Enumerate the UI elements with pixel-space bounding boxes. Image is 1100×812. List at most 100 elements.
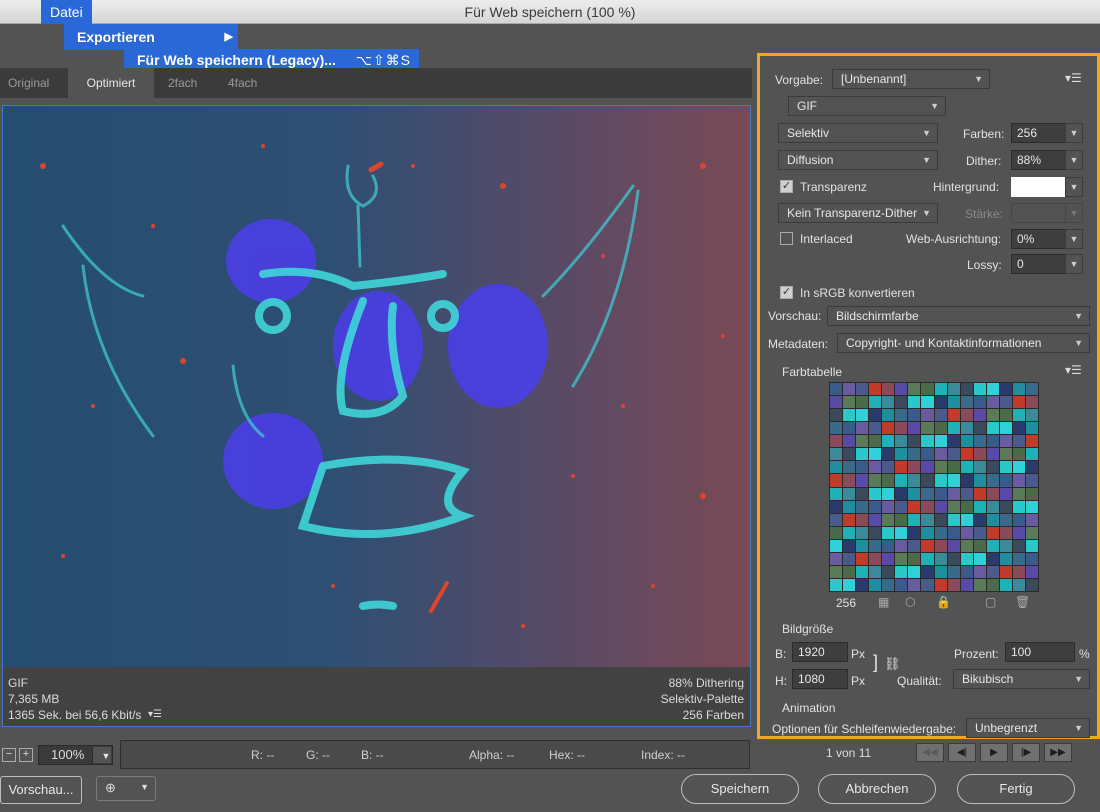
color-swatch[interactable] [908, 409, 921, 422]
color-swatch[interactable] [869, 474, 882, 487]
color-swatch[interactable] [999, 409, 1012, 422]
color-swatch[interactable] [908, 526, 921, 539]
color-swatch[interactable] [1012, 422, 1025, 435]
color-swatch[interactable] [947, 513, 960, 526]
color-swatch[interactable] [1025, 435, 1038, 448]
color-swatch[interactable] [895, 513, 908, 526]
srgb-checkbox[interactable]: ✓ [780, 286, 793, 299]
color-swatch[interactable] [869, 448, 882, 461]
color-swatch[interactable] [882, 383, 895, 396]
color-swatch[interactable] [921, 539, 934, 552]
color-swatch[interactable] [1025, 383, 1038, 396]
color-swatch[interactable] [934, 565, 947, 578]
color-swatch[interactable] [973, 578, 986, 591]
color-swatch[interactable] [830, 396, 843, 409]
color-swatch[interactable] [882, 513, 895, 526]
next-frame-button[interactable]: |▶ [1012, 743, 1040, 762]
color-swatch[interactable] [843, 487, 856, 500]
color-swatch[interactable] [1025, 409, 1038, 422]
link-icon[interactable]: ⛓ [884, 656, 901, 672]
color-swatch[interactable] [986, 539, 999, 552]
color-swatch[interactable] [908, 539, 921, 552]
color-swatch[interactable] [869, 435, 882, 448]
color-swatch[interactable] [856, 396, 869, 409]
last-frame-button[interactable]: ▶▶ [1044, 743, 1072, 762]
color-swatch[interactable] [934, 552, 947, 565]
color-swatch[interactable] [986, 383, 999, 396]
matte-dropdown[interactable]: ▼ [1065, 177, 1083, 197]
color-swatch[interactable] [999, 487, 1012, 500]
color-swatch[interactable] [895, 578, 908, 591]
color-swatch[interactable] [869, 396, 882, 409]
color-swatch[interactable] [960, 422, 973, 435]
tab-optimiert[interactable]: Optimiert [68, 68, 154, 98]
browser-select[interactable]: ⊕ ▼ [96, 776, 156, 801]
color-swatch[interactable] [895, 526, 908, 539]
metadata-select[interactable]: Copyright- und Kontaktinformationen ▼ [837, 333, 1090, 353]
color-swatch[interactable] [1012, 461, 1025, 474]
interlaced-checkbox[interactable] [780, 232, 793, 245]
color-swatch[interactable] [986, 552, 999, 565]
color-swatch[interactable] [986, 526, 999, 539]
color-swatch[interactable] [869, 461, 882, 474]
color-swatch[interactable] [830, 435, 843, 448]
color-swatch[interactable] [856, 565, 869, 578]
color-swatch[interactable] [1025, 422, 1038, 435]
width-field[interactable]: 1920 [792, 642, 848, 662]
matte-color-swatch[interactable] [1011, 177, 1065, 197]
color-swatch[interactable] [895, 487, 908, 500]
color-swatch[interactable] [973, 539, 986, 552]
color-swatch[interactable] [999, 474, 1012, 487]
color-swatch[interactable] [934, 409, 947, 422]
color-swatch[interactable] [999, 448, 1012, 461]
color-swatch[interactable] [908, 461, 921, 474]
color-swatch[interactable] [1012, 409, 1025, 422]
color-swatch[interactable] [908, 422, 921, 435]
color-swatch[interactable] [960, 435, 973, 448]
color-reduction-select[interactable]: Selektiv ▼ [778, 123, 938, 143]
color-swatch[interactable] [960, 539, 973, 552]
color-swatch[interactable] [895, 409, 908, 422]
color-swatch[interactable] [843, 539, 856, 552]
color-swatch[interactable] [856, 461, 869, 474]
color-swatch[interactable] [908, 396, 921, 409]
color-swatch[interactable] [973, 487, 986, 500]
color-swatch[interactable] [882, 422, 895, 435]
color-swatch[interactable] [947, 500, 960, 513]
color-swatch[interactable] [882, 526, 895, 539]
play-button[interactable]: ▶ [980, 743, 1008, 762]
color-swatch[interactable] [882, 539, 895, 552]
color-swatch[interactable] [921, 552, 934, 565]
color-swatch[interactable] [882, 396, 895, 409]
color-swatch[interactable] [843, 409, 856, 422]
color-swatch[interactable] [934, 383, 947, 396]
color-swatch[interactable] [1025, 565, 1038, 578]
lossy-dropdown[interactable]: ▼ [1065, 254, 1083, 274]
color-swatch[interactable] [973, 435, 986, 448]
height-field[interactable]: 1080 [792, 669, 848, 689]
color-swatch[interactable] [1025, 513, 1038, 526]
color-swatch[interactable] [908, 578, 921, 591]
color-table-grid[interactable] [829, 382, 1039, 592]
color-swatch[interactable] [986, 578, 999, 591]
color-swatch[interactable] [947, 422, 960, 435]
color-swatch[interactable] [973, 396, 986, 409]
color-swatch[interactable] [869, 422, 882, 435]
color-swatch[interactable] [986, 448, 999, 461]
color-swatch[interactable] [960, 461, 973, 474]
color-swatch[interactable] [947, 435, 960, 448]
color-swatch[interactable] [999, 422, 1012, 435]
color-swatch[interactable] [1012, 435, 1025, 448]
color-swatch[interactable] [960, 409, 973, 422]
first-frame-button[interactable]: ◀◀ [916, 743, 944, 762]
color-swatch[interactable] [830, 448, 843, 461]
color-swatch[interactable] [856, 539, 869, 552]
download-speed-menu-icon[interactable]: ▾☰ [148, 707, 162, 723]
cancel-button[interactable]: Abbrechen [818, 774, 936, 804]
color-swatch[interactable] [882, 409, 895, 422]
color-swatch[interactable] [1025, 578, 1038, 591]
color-swatch[interactable] [986, 565, 999, 578]
color-swatch[interactable] [1012, 383, 1025, 396]
color-swatch[interactable] [947, 578, 960, 591]
color-swatch[interactable] [869, 526, 882, 539]
